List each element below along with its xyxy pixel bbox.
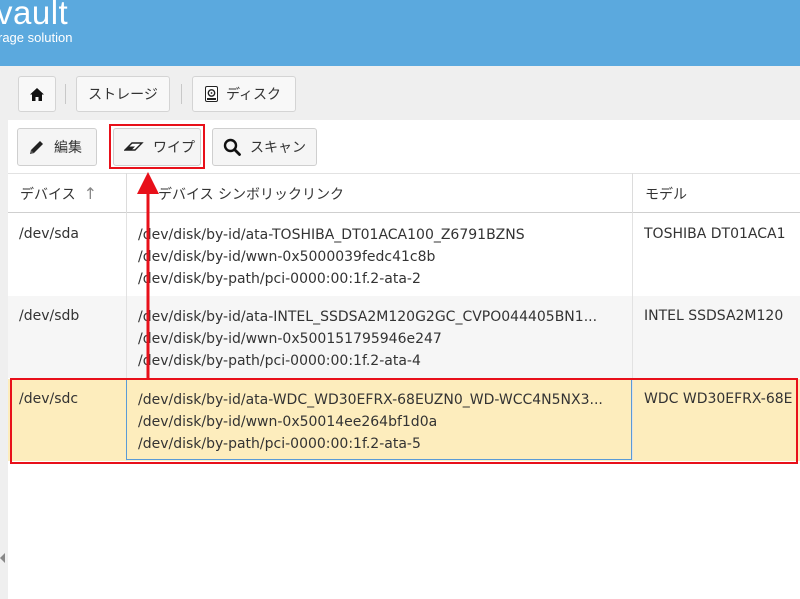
breadcrumb-disk[interactable]: ディスク — [192, 76, 296, 112]
brand-tagline: rage solution — [0, 30, 73, 45]
app-header: vault rage solution — [0, 0, 800, 66]
column-header-device-label: デバイス — [20, 186, 76, 203]
model-cell: INTEL SSDSA2M120 — [644, 308, 784, 324]
breadcrumb-storage-label: ストレージ — [88, 87, 158, 103]
column-header-model-label: モデル — [645, 186, 687, 203]
symlink-wwn: /dev/disk/by-id/wwn-0x500151795946e247 — [138, 331, 442, 347]
symlinks-cell: /dev/disk/by-id/ata-INTEL_SSDSA2M120G2GC… — [138, 306, 622, 372]
device-cell: /dev/sdb — [19, 308, 80, 324]
breadcrumb-separator — [181, 84, 182, 104]
symlink-by-id: /dev/disk/by-id/ata-TOSHIBA_DT01ACA100_Z… — [138, 227, 525, 243]
sort-ascending-icon: ↑ — [83, 184, 97, 203]
brand-logo: vault — [0, 0, 69, 31]
symlink-by-path: /dev/disk/by-path/pci-0000:00:1f.2-ata-4 — [138, 353, 421, 369]
home-icon — [30, 87, 44, 101]
column-divider — [632, 173, 633, 213]
column-header-model[interactable]: モデル — [645, 174, 687, 213]
column-header-symlinks[interactable]: デバイス シンボリックリンク — [158, 174, 344, 213]
breadcrumb-disk-label: ディスク — [226, 87, 282, 103]
symlink-by-path: /dev/disk/by-path/pci-0000:00:1f.2-ata-2 — [138, 271, 421, 287]
scan-button-label: スキャン — [250, 140, 306, 156]
selected-row-annotation — [10, 378, 798, 464]
chevron-left-icon — [0, 553, 5, 563]
symlink-wwn: /dev/disk/by-id/wwn-0x5000039fedc41c8b — [138, 249, 436, 265]
symlink-by-id: /dev/disk/by-id/ata-INTEL_SSDSA2M120G2GC… — [138, 309, 598, 325]
edit-button-label: 編集 — [54, 140, 82, 156]
device-cell: /dev/sda — [19, 226, 79, 242]
wipe-button-annotation — [109, 124, 205, 169]
disk-icon — [205, 86, 218, 102]
breadcrumb-home[interactable] — [18, 76, 56, 112]
model-cell: TOSHIBA DT01ACA1 — [644, 226, 786, 242]
pencil-icon — [30, 140, 43, 154]
column-header-device[interactable]: デバイス ↑ — [20, 174, 97, 213]
column-header-symlinks-label: デバイス シンボリックリンク — [158, 186, 345, 203]
breadcrumb-storage[interactable]: ストレージ — [76, 76, 170, 112]
breadcrumb-separator — [65, 84, 66, 104]
edit-button[interactable]: 編集 — [17, 128, 97, 166]
scan-button[interactable]: スキャン — [212, 128, 317, 166]
symlinks-cell: /dev/disk/by-id/ata-TOSHIBA_DT01ACA100_Z… — [138, 224, 622, 290]
column-divider — [126, 173, 127, 213]
search-icon — [223, 138, 241, 156]
